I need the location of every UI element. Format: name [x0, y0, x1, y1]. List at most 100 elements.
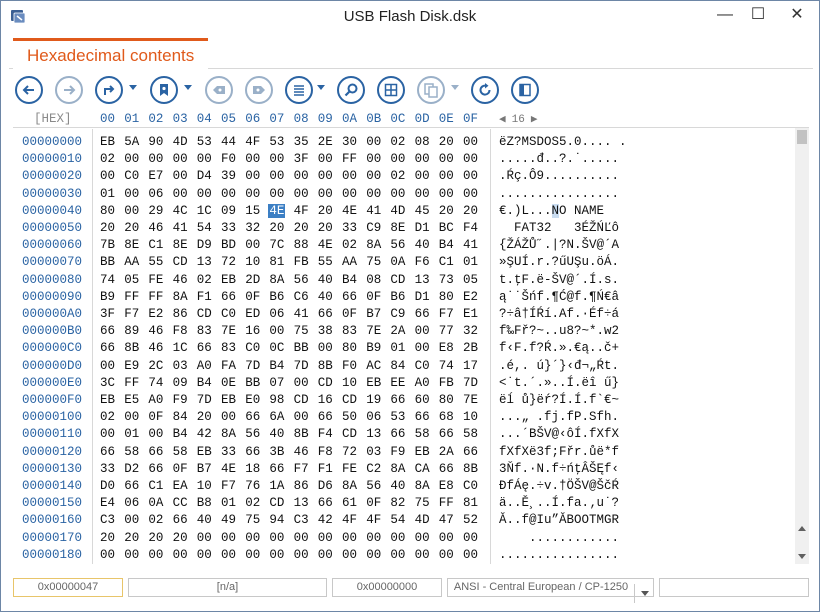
back-button[interactable]: [15, 76, 43, 104]
scroll-up-icon[interactable]: [798, 526, 806, 531]
hex-byte[interactable]: 00: [173, 152, 188, 166]
hex-byte[interactable]: C1: [148, 479, 163, 493]
hex-byte[interactable]: 7D: [245, 359, 260, 373]
hex-byte[interactable]: 47: [439, 513, 454, 527]
hex-byte[interactable]: 89: [124, 324, 139, 338]
bytes-per-row-pager[interactable]: ◀ 16 ▶: [499, 112, 543, 126]
hex-byte[interactable]: 00: [318, 548, 333, 562]
hex-byte[interactable]: 00: [439, 548, 454, 562]
hex-byte[interactable]: 40: [390, 479, 405, 493]
hex-byte[interactable]: 4D: [415, 513, 430, 527]
text-line[interactable]: »ŞUÍ.r.?űUŞu.öÁ.: [499, 255, 619, 269]
hex-byte[interactable]: 00: [415, 548, 430, 562]
tab-hexadecimal-contents[interactable]: Hexadecimal contents: [13, 38, 209, 69]
hex-byte[interactable]: 86: [294, 479, 309, 493]
hex-byte[interactable]: 00: [415, 531, 430, 545]
scroll-down-icon[interactable]: [798, 554, 806, 559]
bookmark-button[interactable]: [150, 76, 178, 104]
hex-byte[interactable]: C1: [439, 255, 454, 269]
hex-byte[interactable]: CD: [318, 376, 333, 390]
copy-dropdown[interactable]: [451, 85, 459, 90]
hex-byte[interactable]: 8A: [173, 290, 188, 304]
hex-byte[interactable]: 3F: [294, 152, 309, 166]
hex-byte[interactable]: 84: [173, 410, 188, 424]
hex-byte[interactable]: 66: [100, 445, 115, 459]
hex-byte[interactable]: 60: [415, 393, 430, 407]
hex-byte[interactable]: 66: [148, 445, 163, 459]
grid-button[interactable]: [377, 76, 405, 104]
hex-byte[interactable]: E5: [124, 393, 139, 407]
hex-byte[interactable]: 00: [366, 187, 381, 201]
hex-byte[interactable]: 02: [100, 410, 115, 424]
text-line[interactable]: ................: [499, 548, 619, 562]
hex-byte[interactable]: 56: [294, 273, 309, 287]
text-line[interactable]: <˙t.´.»..Í.ëî ű}: [499, 376, 619, 390]
hex-byte[interactable]: 4E: [318, 238, 333, 252]
hex-byte[interactable]: 20: [100, 221, 115, 235]
hex-byte[interactable]: CC: [173, 496, 188, 510]
hex-byte[interactable]: 20: [318, 221, 333, 235]
hex-byte[interactable]: 06: [366, 410, 381, 424]
pager-right-icon[interactable]: ▶: [531, 114, 538, 126]
text-line[interactable]: {ŽÁŽŮ˝.|?N.ŠV@´A: [499, 238, 619, 252]
hex-byte[interactable]: 00: [173, 548, 188, 562]
hex-byte[interactable]: 66: [197, 341, 212, 355]
text-line[interactable]: ëZ?MSDOS5.0.... .: [499, 135, 627, 149]
hex-byte[interactable]: 4D: [173, 135, 188, 149]
hex-byte[interactable]: 02: [390, 169, 405, 183]
hex-byte[interactable]: 2A: [439, 445, 454, 459]
hex-byte[interactable]: 20: [124, 221, 139, 235]
hex-byte[interactable]: 53: [269, 135, 284, 149]
hex-byte[interactable]: 88: [294, 238, 309, 252]
hex-byte[interactable]: CD: [173, 255, 188, 269]
prev-bookmark-button[interactable]: [205, 76, 233, 104]
hex-byte[interactable]: D6: [318, 479, 333, 493]
hex-byte[interactable]: 15: [245, 204, 260, 218]
hex-byte[interactable]: 00: [294, 187, 309, 201]
hex-byte[interactable]: 7C: [269, 238, 284, 252]
hex-byte[interactable]: 66: [245, 410, 260, 424]
hex-byte[interactable]: 00: [463, 187, 478, 201]
hex-byte[interactable]: 42: [197, 427, 212, 441]
hex-byte[interactable]: 00: [390, 531, 405, 545]
hex-byte[interactable]: 73: [439, 273, 454, 287]
hex-byte[interactable]: E7: [148, 169, 163, 183]
hex-byte[interactable]: 02: [100, 152, 115, 166]
hex-byte[interactable]: 00: [221, 410, 236, 424]
hex-byte[interactable]: 49: [221, 513, 236, 527]
hex-byte[interactable]: F4: [463, 221, 478, 235]
hex-byte[interactable]: EB: [415, 445, 430, 459]
hex-byte[interactable]: 4E: [342, 204, 357, 218]
hex-byte[interactable]: FF: [439, 496, 454, 510]
hex-byte[interactable]: 33: [221, 445, 236, 459]
text-line[interactable]: ?÷â†ÍŔí.Af.·Éf÷á: [499, 307, 619, 321]
hex-byte[interactable]: CD: [342, 393, 357, 407]
hex-byte[interactable]: BB: [245, 376, 260, 390]
hex-byte[interactable]: D4: [197, 169, 212, 183]
hex-byte[interactable]: 7D: [294, 359, 309, 373]
hex-byte[interactable]: 00: [124, 152, 139, 166]
hex-byte[interactable]: C1: [148, 238, 163, 252]
hex-byte[interactable]: 2E: [318, 135, 333, 149]
hex-byte[interactable]: 20: [463, 204, 478, 218]
hex-byte[interactable]: 76: [245, 479, 260, 493]
hex-byte[interactable]: 08: [366, 273, 381, 287]
hex-byte[interactable]: 40: [318, 290, 333, 304]
hex-byte[interactable]: 00: [245, 238, 260, 252]
hex-byte[interactable]: B4: [197, 376, 212, 390]
text-line[interactable]: .....đ..?.˙.....: [499, 152, 619, 166]
goto-dropdown[interactable]: [129, 85, 137, 90]
hex-byte[interactable]: 20: [439, 204, 454, 218]
hex-byte[interactable]: 06: [124, 496, 139, 510]
hex-byte[interactable]: 98: [269, 393, 284, 407]
hex-byte[interactable]: 66: [245, 445, 260, 459]
hex-byte[interactable]: 00: [439, 152, 454, 166]
hex-byte[interactable]: E1: [463, 307, 478, 321]
refresh-button[interactable]: [471, 76, 499, 104]
text-line[interactable]: ................: [499, 187, 619, 201]
hex-byte[interactable]: FF: [148, 290, 163, 304]
hex-byte[interactable]: 8A: [269, 273, 284, 287]
hex-byte[interactable]: 3B: [269, 445, 284, 459]
hex-bytes-area[interactable]: EB 5A 90 4D 53 44 4F 53 35 2E 30 00 02 08 20 00 02 00 00 00…: [99, 129, 491, 564]
text-line[interactable]: ëĺ ů}ëŕ?Í.Í.f`€~: [499, 393, 619, 407]
